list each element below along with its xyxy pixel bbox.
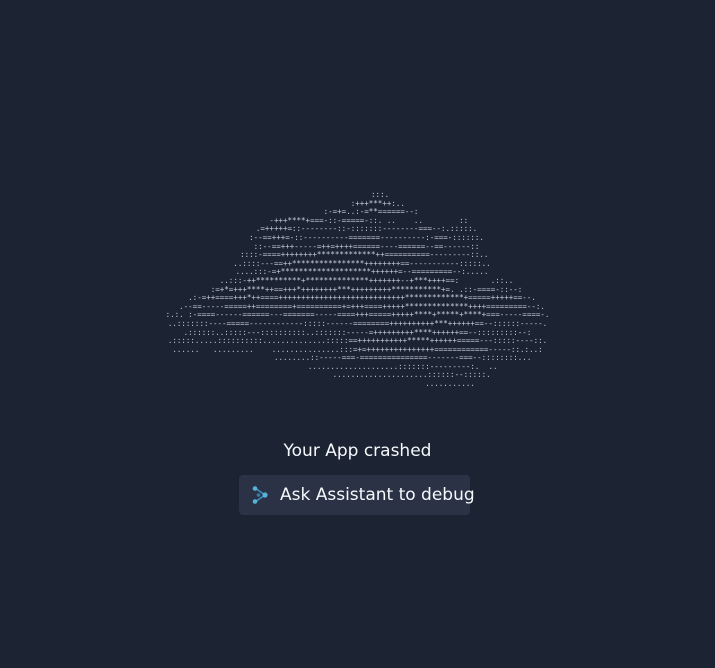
assistant-icon	[252, 486, 268, 504]
ask-assistant-debug-button[interactable]: Ask Assistant to debug	[239, 475, 475, 515]
ask-assistant-debug-label: Ask Assistant to debug	[280, 485, 475, 505]
crash-ascii-art: :::. :+++***++:.. :-=+=..:-=**======--: …	[165, 190, 550, 389]
crash-title: Your App crashed	[283, 441, 432, 461]
